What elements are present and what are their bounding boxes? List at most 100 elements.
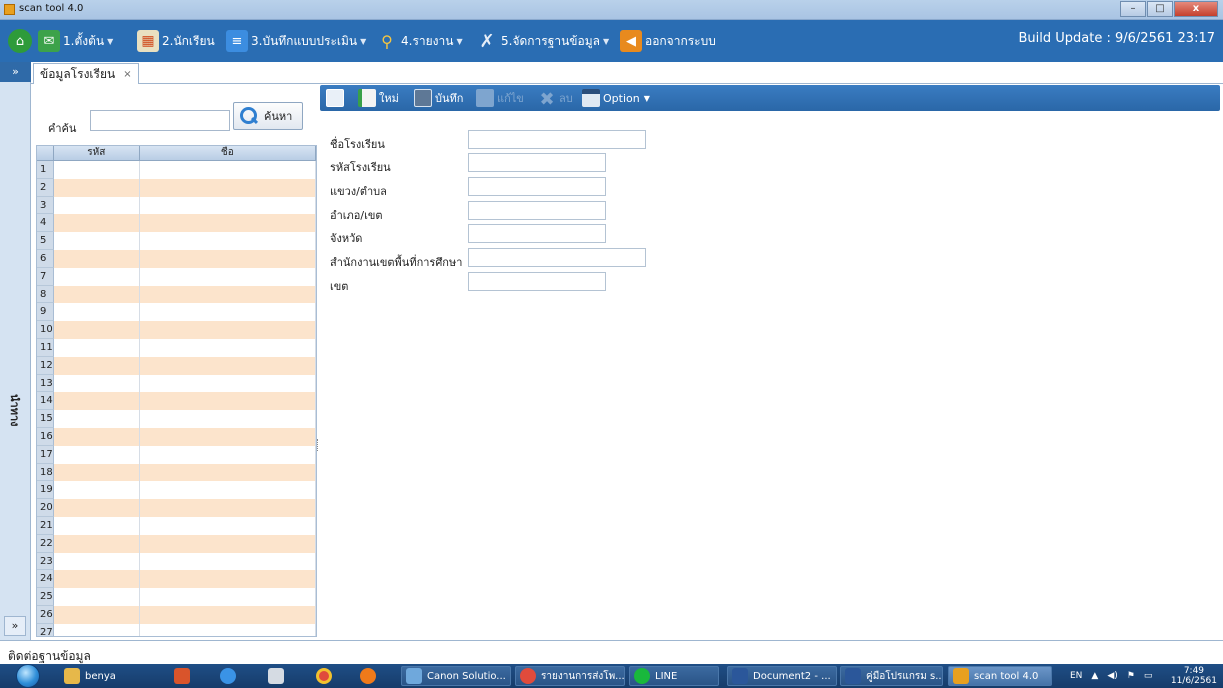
volume-icon[interactable]: ◀) [1107, 671, 1117, 681]
cell-name[interactable] [139, 214, 316, 233]
cell-code[interactable] [53, 534, 140, 553]
taskbar-task-canon[interactable]: Canon Solutio... [401, 666, 511, 686]
table-row[interactable]: 4 [37, 214, 316, 233]
table-row[interactable]: 7 [37, 267, 316, 286]
taskbar-pinned-media[interactable] [174, 666, 195, 686]
cell-name[interactable] [139, 605, 316, 624]
language-indicator[interactable]: EN [1070, 671, 1082, 681]
cell-name[interactable] [139, 303, 316, 322]
table-row[interactable]: 11 [37, 338, 316, 357]
cell-code[interactable] [53, 285, 140, 304]
cell-name[interactable] [139, 623, 316, 636]
table-row[interactable]: 9 [37, 303, 316, 322]
cell-name[interactable] [139, 161, 316, 179]
table-row[interactable]: 2 [37, 178, 316, 197]
sidebar-expand-button[interactable]: » [0, 62, 31, 82]
cell-name[interactable] [139, 392, 316, 411]
table-row[interactable]: 6 [37, 249, 316, 268]
table-row[interactable]: 23 [37, 552, 316, 571]
maximize-button[interactable]: □ [1147, 1, 1173, 17]
cell-code[interactable] [53, 338, 140, 357]
table-row[interactable]: 18 [37, 463, 316, 482]
cell-name[interactable] [139, 178, 316, 197]
education-area-field[interactable] [468, 248, 646, 267]
cell-code[interactable] [53, 267, 140, 286]
edit-button[interactable]: แก้ไข [476, 88, 524, 108]
table-row[interactable]: 8 [37, 285, 316, 304]
cell-code[interactable] [53, 445, 140, 464]
taskbar-task-chrome-report[interactable]: รายงานการส่งโพ... [515, 666, 625, 686]
table-row[interactable]: 5 [37, 232, 316, 250]
table-row[interactable]: 1 [37, 161, 316, 179]
subdistrict-field[interactable] [468, 177, 606, 196]
taskbar-pinned-calc[interactable] [268, 666, 289, 686]
cell-name[interactable] [139, 410, 316, 428]
table-row[interactable]: 21 [37, 516, 316, 535]
cell-name[interactable] [139, 499, 316, 517]
cell-name[interactable] [139, 374, 316, 393]
taskbar-pinned-ie[interactable] [220, 666, 241, 686]
table-row[interactable]: 13 [37, 374, 316, 393]
province-field[interactable] [468, 224, 606, 243]
cell-code[interactable] [53, 499, 140, 517]
cell-name[interactable] [139, 516, 316, 535]
menu-students[interactable]: ▦ 2.นักเรียน [137, 20, 215, 62]
menu-reports[interactable]: ⚲ 4.รายงาน ▼ [376, 20, 463, 62]
table-row[interactable]: 24 [37, 570, 316, 589]
cell-name[interactable] [139, 481, 316, 500]
show-hidden-icons-icon[interactable]: ▲ [1091, 671, 1098, 681]
school-name-field[interactable] [468, 130, 646, 149]
table-row[interactable]: 14 [37, 392, 316, 411]
cell-name[interactable] [139, 463, 316, 482]
cell-name[interactable] [139, 267, 316, 286]
sidebar-vertical-label[interactable]: นำทาง [6, 394, 24, 427]
table-row[interactable]: 20 [37, 499, 316, 517]
menu-database[interactable]: ✗ 5.จัดการฐานข้อมูล ▼ [476, 20, 609, 62]
table-row[interactable]: 19 [37, 481, 316, 500]
table-row[interactable]: 17 [37, 445, 316, 464]
menu-logout[interactable]: ◀ ออกจากระบบ [620, 20, 716, 62]
cell-code[interactable] [53, 178, 140, 197]
cell-code[interactable] [53, 481, 140, 500]
school-list-grid[interactable]: รหัส ชื่อ 1 2 3 4 5 6 7 8 9 10 11 12 13 14 15 16 17 18 19 2… [36, 145, 317, 637]
cell-name[interactable] [139, 249, 316, 268]
column-header-name[interactable]: ชื่อ [140, 146, 316, 160]
taskbar-pinned-chrome[interactable] [316, 666, 337, 686]
area-zone-field[interactable] [468, 272, 606, 291]
cell-name[interactable] [139, 321, 316, 339]
table-row[interactable]: 12 [37, 356, 316, 375]
cell-name[interactable] [139, 552, 316, 571]
delete-button[interactable]: ✖ ลบ [538, 88, 572, 110]
tab-school-info[interactable]: ข้อมูลโรงเรียน × [33, 63, 139, 84]
taskbar-task-scan-tool[interactable]: scan tool 4.0 [948, 666, 1052, 686]
taskbar-clock[interactable]: 7:49 11/6/2561 [1171, 666, 1217, 686]
panel-splitter[interactable] [317, 84, 321, 640]
cell-code[interactable] [53, 605, 140, 624]
table-row[interactable]: 26 [37, 605, 316, 624]
cell-code[interactable] [53, 410, 140, 428]
table-row[interactable]: 15 [37, 410, 316, 428]
cell-name[interactable] [139, 232, 316, 250]
cell-code[interactable] [53, 392, 140, 411]
taskbar-pinned-benya[interactable]: benya [64, 666, 116, 686]
cell-code[interactable] [53, 570, 140, 589]
menu-setup[interactable]: ✉ 1.ตั้งต้น ▼ [38, 20, 113, 62]
cell-name[interactable] [139, 427, 316, 446]
cell-name[interactable] [139, 356, 316, 375]
home-button[interactable]: ⌂ [8, 20, 35, 62]
cell-code[interactable] [53, 303, 140, 322]
start-button[interactable] [8, 664, 48, 688]
table-row[interactable]: 16 [37, 427, 316, 446]
cell-name[interactable] [139, 196, 316, 215]
cell-code[interactable] [53, 232, 140, 250]
cell-code[interactable] [53, 321, 140, 339]
cell-code[interactable] [53, 214, 140, 233]
network-icon[interactable]: ▭ [1144, 671, 1153, 681]
toggle-panel-button[interactable] [326, 88, 347, 108]
column-header-code[interactable]: รหัส [54, 146, 140, 160]
cell-code[interactable] [53, 161, 140, 179]
cell-name[interactable] [139, 338, 316, 357]
save-button[interactable]: บันทึก [414, 88, 463, 108]
cell-code[interactable] [53, 356, 140, 375]
sidebar-expand-bottom-button[interactable]: » [4, 616, 26, 636]
